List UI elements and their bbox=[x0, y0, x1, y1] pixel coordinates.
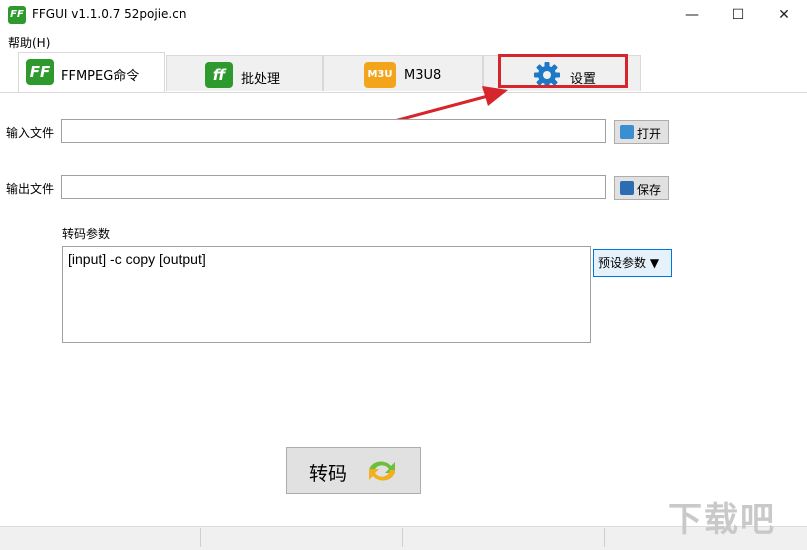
tab-label: FFMPEG命令 bbox=[61, 69, 140, 84]
output-file-label: 输出文件 bbox=[6, 182, 55, 196]
maximize-button[interactable]: ☐ bbox=[715, 0, 761, 30]
convert-button-label: 转码 bbox=[309, 463, 348, 485]
tab-batch[interactable]: ff 批处理 bbox=[166, 55, 323, 91]
save-button-label: 保存 bbox=[637, 183, 662, 197]
settings-highlight-box bbox=[498, 54, 628, 88]
menu-bar bbox=[0, 30, 807, 52]
input-file-field[interactable] bbox=[61, 119, 606, 143]
preset-params-dropdown[interactable]: 预设参数 ▼ bbox=[593, 249, 672, 277]
convert-button[interactable]: 转码 bbox=[286, 447, 421, 494]
status-separator bbox=[200, 528, 201, 547]
status-separator bbox=[402, 528, 403, 547]
floppy-disk-icon bbox=[620, 181, 634, 195]
status-separator bbox=[604, 528, 605, 547]
folder-open-icon bbox=[620, 125, 634, 139]
close-button[interactable]: ✕ bbox=[761, 0, 807, 30]
app-logo-icon: FF bbox=[8, 6, 26, 24]
batch-logo-icon: ff bbox=[205, 62, 233, 88]
open-button-label: 打开 bbox=[637, 127, 662, 141]
params-textarea[interactable]: [input] -c copy [output] bbox=[62, 246, 591, 343]
menu-item-help[interactable]: 帮助(H) bbox=[8, 34, 50, 51]
params-label: 转码参数 bbox=[62, 227, 111, 241]
tab-ffmpeg-command[interactable]: FF FFMPEG命令 bbox=[18, 52, 165, 92]
refresh-arrows-icon bbox=[368, 461, 396, 481]
save-button[interactable]: 保存 bbox=[614, 176, 669, 200]
site-watermark: 下载吧 bbox=[668, 500, 776, 540]
open-button[interactable]: 打开 bbox=[614, 120, 669, 144]
ff-logo-icon: FF bbox=[26, 59, 54, 85]
output-file-field[interactable] bbox=[61, 175, 606, 199]
window-title: FFGUI v1.1.0.7 52pojie.cn bbox=[32, 7, 187, 21]
minimize-button[interactable]: — bbox=[669, 0, 715, 30]
tab-label: 批处理 bbox=[241, 72, 281, 87]
input-file-label: 输入文件 bbox=[6, 126, 55, 140]
